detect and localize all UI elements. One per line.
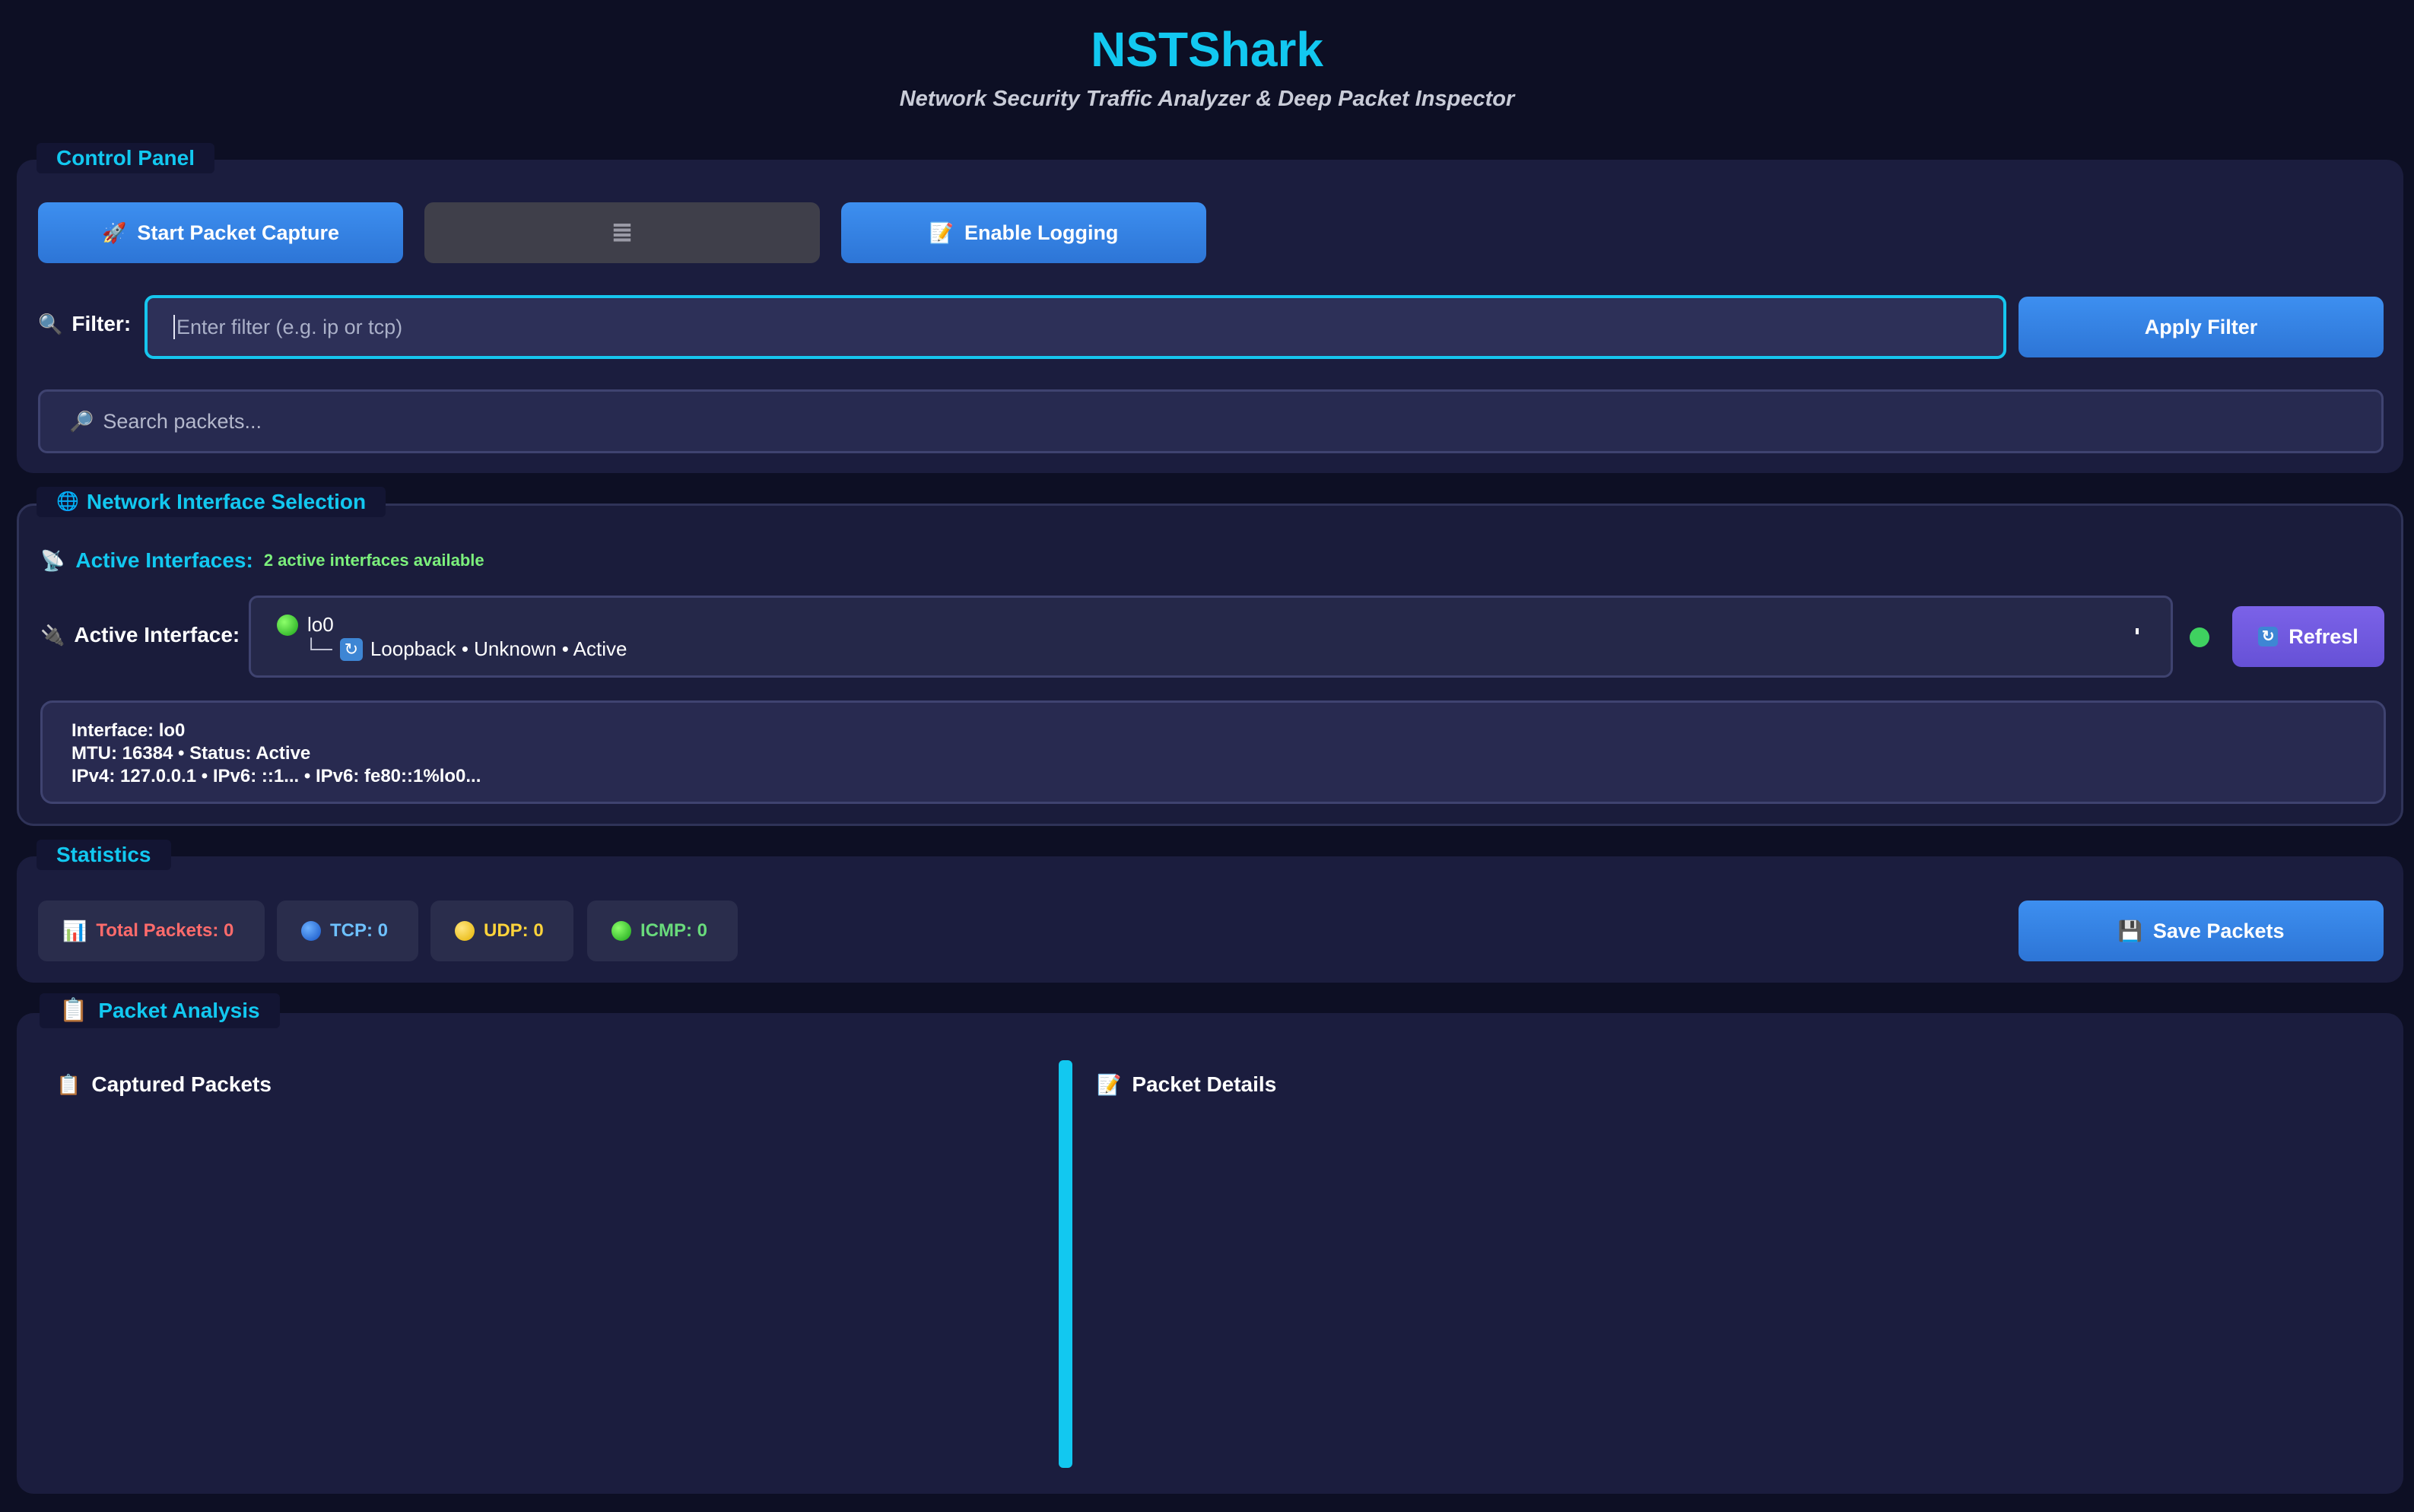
yellow-circle-icon bbox=[455, 921, 475, 941]
app-subtitle: Network Security Traffic Analyzer & Deep… bbox=[899, 87, 1515, 111]
plug-icon: 🔌 bbox=[40, 624, 65, 646]
captured-packets-label: Captured Packets bbox=[91, 1072, 272, 1096]
stat-icmp-label: ICMP: 0 bbox=[640, 920, 708, 941]
refresh-icon: ↻ bbox=[2258, 627, 2279, 646]
packet-details-view[interactable] bbox=[1095, 1110, 2381, 1468]
control-panel: 🚀 Start Packet Capture ≣ 📝 Enable Loggin… bbox=[17, 160, 2403, 473]
interface-panel-legend-label: Network Interface Selection bbox=[86, 490, 367, 513]
interface-detail-line-2: MTU: 16384 • Status: Active bbox=[71, 743, 311, 764]
interface-panel-legend: 🌐 Network Interface Selection bbox=[37, 487, 386, 517]
filter-label: Filter: bbox=[71, 312, 132, 335]
start-capture-button[interactable]: 🚀 Start Packet Capture bbox=[38, 202, 403, 263]
magnifier-icon: 🔍 bbox=[38, 313, 63, 335]
interface-detail-line-1: Interface: lo0 bbox=[71, 720, 186, 741]
packet-details-title: 📝 Packet Details bbox=[1097, 1072, 1276, 1097]
refresh-button[interactable]: ↻ Refresl bbox=[2232, 606, 2384, 667]
interface-name-row: lo0 bbox=[277, 613, 334, 637]
packet-analysis-legend: 📋 Packet Analysis bbox=[40, 993, 280, 1028]
interface-desc-row: └─ ↻ Loopback • Unknown • Active bbox=[304, 637, 627, 661]
interface-name: lo0 bbox=[307, 613, 334, 636]
globe-icon: 🌐 bbox=[56, 491, 79, 512]
clipboard-icon: 📋 bbox=[56, 1073, 81, 1096]
interface-select[interactable]: lo0 └─ ↻ Loopback • Unknown • Active bbox=[249, 596, 2173, 678]
captured-packets-list[interactable] bbox=[38, 1110, 1042, 1468]
memo-icon: 📝 bbox=[929, 221, 954, 244]
clipboard-icon: 📋 bbox=[59, 998, 88, 1023]
app-title: NSTShark bbox=[1091, 22, 1323, 77]
stat-total-packets: 📊 Total Packets: 0 bbox=[38, 901, 265, 961]
search-input[interactable]: 🔎 Search packets... bbox=[38, 389, 2384, 453]
filter-label-group: 🔍 Filter: bbox=[38, 312, 131, 336]
save-packets-label: Save Packets bbox=[2152, 919, 2285, 942]
memo-icon: 📝 bbox=[1097, 1073, 1122, 1096]
start-capture-label: Start Packet Capture bbox=[137, 221, 339, 244]
text-caret bbox=[173, 315, 175, 339]
filter-placeholder: Enter filter (e.g. ip or tcp) bbox=[176, 315, 403, 338]
green-circle-icon bbox=[277, 614, 298, 636]
apply-filter-button[interactable]: Apply Filter bbox=[2019, 297, 2384, 357]
pane-splitter[interactable] bbox=[1059, 1060, 1072, 1468]
interface-description: Loopback • Unknown • Active bbox=[370, 637, 627, 660]
dropdown-indicator-icon bbox=[2136, 628, 2139, 634]
active-interfaces-label: Active Interfaces: bbox=[75, 548, 253, 572]
stop-icon: ≣ bbox=[611, 218, 634, 247]
interface-detail-line-3: IPv4: 127.0.0.1 • IPv6: ::1... • IPv6: f… bbox=[71, 766, 481, 786]
rocket-icon: 🚀 bbox=[102, 221, 127, 244]
stat-icmp: ICMP: 0 bbox=[587, 901, 738, 961]
green-circle-icon bbox=[611, 921, 631, 941]
stat-total-label: Total Packets: 0 bbox=[96, 920, 234, 941]
enable-logging-label: Enable Logging bbox=[964, 221, 1119, 244]
tree-branch: └─ bbox=[304, 637, 332, 660]
stat-udp-label: UDP: 0 bbox=[484, 920, 544, 941]
active-interfaces-row: 📡 Active Interfaces: 2 active interfaces… bbox=[40, 548, 484, 573]
control-panel-legend: Control Panel bbox=[37, 143, 215, 173]
enable-logging-button[interactable]: 📝 Enable Logging bbox=[841, 202, 1206, 263]
interface-panel: 📡 Active Interfaces: 2 active interfaces… bbox=[17, 503, 2403, 826]
app-header: NSTShark Network Security Traffic Analyz… bbox=[0, 0, 2414, 137]
interface-details: Interface: lo0 MTU: 16384 • Status: Acti… bbox=[40, 700, 2386, 804]
refresh-label: Refresl bbox=[2289, 624, 2358, 648]
packet-analysis-legend-label: Packet Analysis bbox=[98, 999, 260, 1022]
satellite-icon: 📡 bbox=[40, 549, 65, 572]
captured-packets-title: 📋 Captured Packets bbox=[56, 1072, 272, 1097]
active-interface-label: Active Interface: bbox=[74, 623, 240, 646]
packet-details-label: Packet Details bbox=[1132, 1072, 1277, 1096]
stat-tcp: TCP: 0 bbox=[277, 901, 418, 961]
active-interfaces-count: 2 active interfaces available bbox=[263, 551, 484, 570]
active-interface-label-group: 🔌 Active Interface: bbox=[40, 623, 240, 647]
search-icon: 🔎 bbox=[69, 410, 94, 433]
status-dot-icon bbox=[2190, 627, 2209, 647]
search-placeholder: Search packets... bbox=[103, 409, 262, 433]
apply-filter-label: Apply Filter bbox=[2144, 315, 2258, 338]
stop-capture-button[interactable]: ≣ bbox=[424, 202, 820, 263]
floppy-disk-icon: 💾 bbox=[2117, 920, 2142, 942]
bar-chart-icon: 📊 bbox=[62, 920, 87, 942]
stat-tcp-label: TCP: 0 bbox=[330, 920, 389, 941]
statistics-legend: Statistics bbox=[37, 840, 171, 870]
stat-udp: UDP: 0 bbox=[430, 901, 573, 961]
save-packets-button[interactable]: 💾 Save Packets bbox=[2019, 901, 2384, 961]
loop-arrows-icon: ↻ bbox=[339, 637, 363, 661]
filter-input[interactable]: Enter filter (e.g. ip or tcp) bbox=[145, 295, 2006, 359]
blue-circle-icon bbox=[301, 921, 321, 941]
